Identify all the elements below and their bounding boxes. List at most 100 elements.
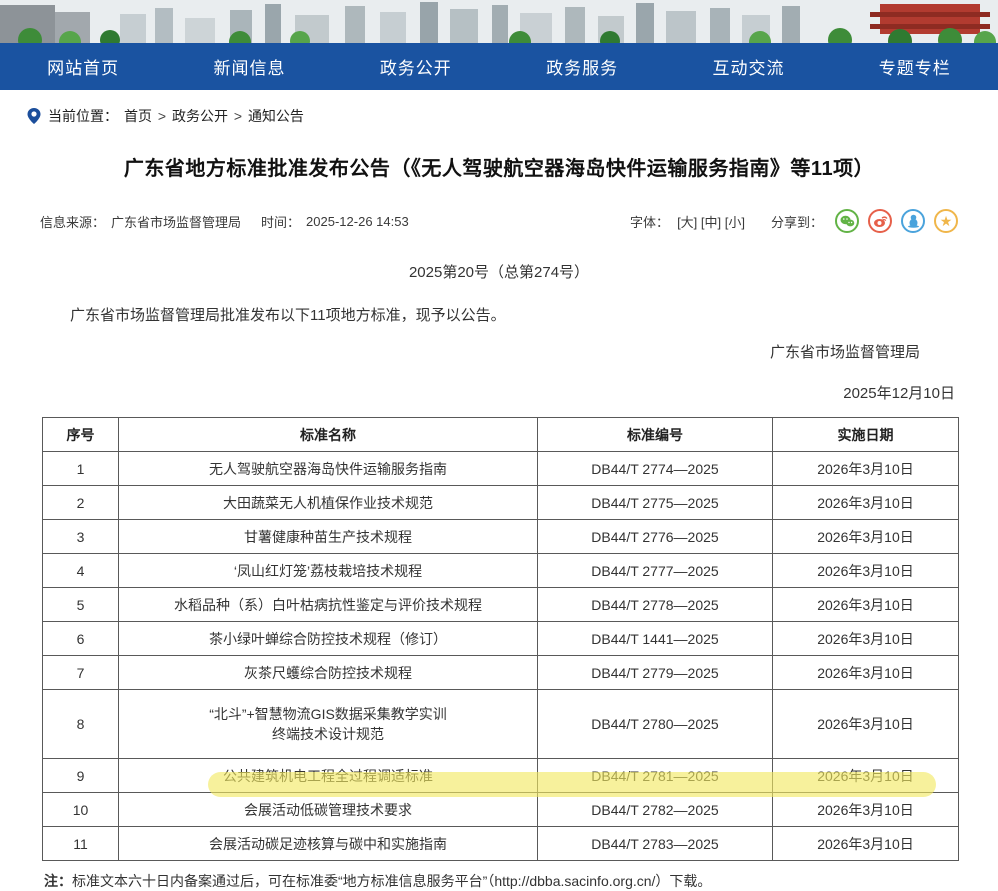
nav-item-2[interactable]: 新闻信息 xyxy=(203,54,295,79)
footnote: 注：标准文本六十日内备案通过后，可在标准委“地方标准信息服务平台”（http:/… xyxy=(44,871,998,891)
standards-table-wrap: 序号标准名称标准编号实施日期 1无人驾驶航空器海岛快件运输服务指南DB44/T … xyxy=(42,417,958,861)
table-row-3: 3甘薯健康种苗生产技术规程DB44/T 2776—20252026年3月10日 xyxy=(43,520,959,554)
breadcrumb-separator: > xyxy=(154,108,170,124)
qzone-share-icon[interactable]: ★ xyxy=(934,209,958,233)
font-size-button-1[interactable]: [大] xyxy=(677,215,701,230)
nav-item-1[interactable]: 网站首页 xyxy=(37,54,129,79)
breadcrumb-label: 当前位置： xyxy=(48,106,118,126)
cell-code: DB44/T 2776—2025 xyxy=(538,520,773,554)
nav-item-4[interactable]: 政务服务 xyxy=(536,54,628,79)
cell-name: 大田蔬菜无人机植保作业技术规范 xyxy=(119,486,538,520)
cell-date: 2026年3月10日 xyxy=(773,759,959,793)
time-label: 时间： xyxy=(261,212,300,231)
article-meta-right: 字体： [大] [中] [小] 分享到： ★ xyxy=(630,209,958,233)
cell-no: 11 xyxy=(43,827,119,861)
breadcrumb-link-2[interactable]: 政务公开 xyxy=(172,108,228,124)
signature-agency: 广东省市场监督管理局 xyxy=(0,341,920,362)
cell-name: 甘薯健康种苗生产技术规程 xyxy=(119,520,538,554)
standards-table: 序号标准名称标准编号实施日期 1无人驾驶航空器海岛快件运输服务指南DB44/T … xyxy=(42,417,959,861)
table-header-4: 实施日期 xyxy=(773,418,959,452)
share-label: 分享到： xyxy=(771,212,823,231)
cell-date: 2026年3月10日 xyxy=(773,588,959,622)
cell-name: “北斗”+智慧物流GIS数据采集教学实训 终端技术设计规范 xyxy=(119,690,538,759)
weibo-share-icon[interactable] xyxy=(868,209,892,233)
cell-code: DB44/T 2781—2025 xyxy=(538,759,773,793)
table-row-2: 2大田蔬菜无人机植保作业技术规范DB44/T 2775—20252026年3月1… xyxy=(43,486,959,520)
footnote-text: 标准文本六十日内备案通过后，可在标准委“地方标准信息服务平台”（http://d… xyxy=(72,873,711,889)
cell-name: 会展活动碳足迹核算与碳中和实施指南 xyxy=(119,827,538,861)
table-row-5: 5水稻品种（系）白叶枯病抗性鉴定与评价技术规程DB44/T 2778—20252… xyxy=(43,588,959,622)
table-row-11: 11会展活动碳足迹核算与碳中和实施指南DB44/T 2783—20252026年… xyxy=(43,827,959,861)
cell-no: 3 xyxy=(43,520,119,554)
breadcrumb-link-3[interactable]: 通知公告 xyxy=(248,108,304,124)
location-pin-icon xyxy=(26,107,42,125)
cell-date: 2026年3月10日 xyxy=(773,656,959,690)
cell-no: 2 xyxy=(43,486,119,520)
cell-name: 公共建筑机电工程全过程调适标准 xyxy=(119,759,538,793)
page-title: 广东省地方标准批准发布公告（《无人驾驶航空器海岛快件运输服务指南》等11项） xyxy=(0,152,998,181)
cell-name: 茶小绿叶蝉综合防控技术规程（修订） xyxy=(119,622,538,656)
table-row-1: 1无人驾驶航空器海岛快件运输服务指南DB44/T 2774—20252026年3… xyxy=(43,452,959,486)
cell-code: DB44/T 2780—2025 xyxy=(538,690,773,759)
cell-name: 无人驾驶航空器海岛快件运输服务指南 xyxy=(119,452,538,486)
cell-code: DB44/T 2777—2025 xyxy=(538,554,773,588)
cell-date: 2026年3月10日 xyxy=(773,486,959,520)
table-row-7: 7灰茶尺蠖综合防控技术规程DB44/T 2779—20252026年3月10日 xyxy=(43,656,959,690)
nav-item-6[interactable]: 专题专栏 xyxy=(869,54,961,79)
font-size-label: 字体： xyxy=(630,212,669,231)
table-row-10: 10会展活动低碳管理技术要求DB44/T 2782—20252026年3月10日 xyxy=(43,793,959,827)
table-row-6: 6茶小绿叶蝉综合防控技术规程（修订）DB44/T 1441—20252026年3… xyxy=(43,622,959,656)
cell-date: 2026年3月10日 xyxy=(773,452,959,486)
font-size-buttons: [大] [中] [小] xyxy=(677,212,745,231)
footnote-label: 注： xyxy=(44,873,72,889)
main-navigation: 网站首页 新闻信息 政务公开 政务服务 互动交流 专题专栏 xyxy=(0,43,998,90)
cell-no: 4 xyxy=(43,554,119,588)
cell-date: 2026年3月10日 xyxy=(773,690,959,759)
table-header-1: 序号 xyxy=(43,418,119,452)
table-row-8: 8“北斗”+智慧物流GIS数据采集教学实训 终端技术设计规范DB44/T 278… xyxy=(43,690,959,759)
table-row-9-highlighted: 9公共建筑机电工程全过程调适标准DB44/T 2781—20252026年3月1… xyxy=(43,759,959,793)
table-header-2: 标准名称 xyxy=(119,418,538,452)
cell-name: 灰茶尺蠖综合防控技术规程 xyxy=(119,656,538,690)
breadcrumb: 当前位置： 首页 > 政务公开 > 通知公告 xyxy=(26,106,998,126)
cell-no: 9 xyxy=(43,759,119,793)
cell-no: 8 xyxy=(43,690,119,759)
cell-no: 10 xyxy=(43,793,119,827)
table-header-row: 序号标准名称标准编号实施日期 xyxy=(43,418,959,452)
cell-code: DB44/T 2779—2025 xyxy=(538,656,773,690)
cell-code: DB44/T 2783—2025 xyxy=(538,827,773,861)
wechat-share-icon[interactable] xyxy=(835,209,859,233)
signature-date: 2025年12月10日 xyxy=(0,382,955,403)
cell-code: DB44/T 1441—2025 xyxy=(538,622,773,656)
source-label: 信息来源： xyxy=(40,212,105,231)
cell-name: 会展活动低碳管理技术要求 xyxy=(119,793,538,827)
table-row-4: 4‘凤山红灯笼’荔枝栽培技术规程DB44/T 2777—20252026年3月1… xyxy=(43,554,959,588)
table-header-3: 标准编号 xyxy=(538,418,773,452)
cell-code: DB44/T 2774—2025 xyxy=(538,452,773,486)
breadcrumb-separator: > xyxy=(230,108,246,124)
cell-date: 2026年3月10日 xyxy=(773,520,959,554)
breadcrumb-link-1[interactable]: 首页 xyxy=(124,108,152,124)
cell-no: 7 xyxy=(43,656,119,690)
source-value: 广东省市场监督管理局 xyxy=(111,212,241,231)
cell-no: 5 xyxy=(43,588,119,622)
cell-no: 1 xyxy=(43,452,119,486)
share-icons: ★ xyxy=(835,209,958,233)
nav-item-3[interactable]: 政务公开 xyxy=(370,54,462,79)
cell-date: 2026年3月10日 xyxy=(773,622,959,656)
cell-date: 2026年3月10日 xyxy=(773,827,959,861)
article-meta: 信息来源： 广东省市场监督管理局 时间： 2025-12-26 14:53 字体… xyxy=(40,209,958,233)
cell-code: DB44/T 2778—2025 xyxy=(538,588,773,622)
time-value: 2025-12-26 14:53 xyxy=(306,214,409,229)
article-meta-left: 信息来源： 广东省市场监督管理局 时间： 2025-12-26 14:53 xyxy=(40,212,409,231)
nav-item-5[interactable]: 互动交流 xyxy=(702,54,794,79)
breadcrumb-links: 首页 > 政务公开 > 通知公告 xyxy=(124,106,304,126)
cell-date: 2026年3月10日 xyxy=(773,554,959,588)
document-number: 2025第20号（总第274号） xyxy=(0,261,998,282)
cell-name: 水稻品种（系）白叶枯病抗性鉴定与评价技术规程 xyxy=(119,588,538,622)
announcement-body: 广东省市场监督管理局批准发布以下11项地方标准，现予以公告。 xyxy=(40,304,958,325)
qq-share-icon[interactable] xyxy=(901,209,925,233)
font-size-button-3[interactable]: [小] xyxy=(725,215,745,230)
font-size-button-2[interactable]: [中] xyxy=(701,215,725,230)
cell-date: 2026年3月10日 xyxy=(773,793,959,827)
